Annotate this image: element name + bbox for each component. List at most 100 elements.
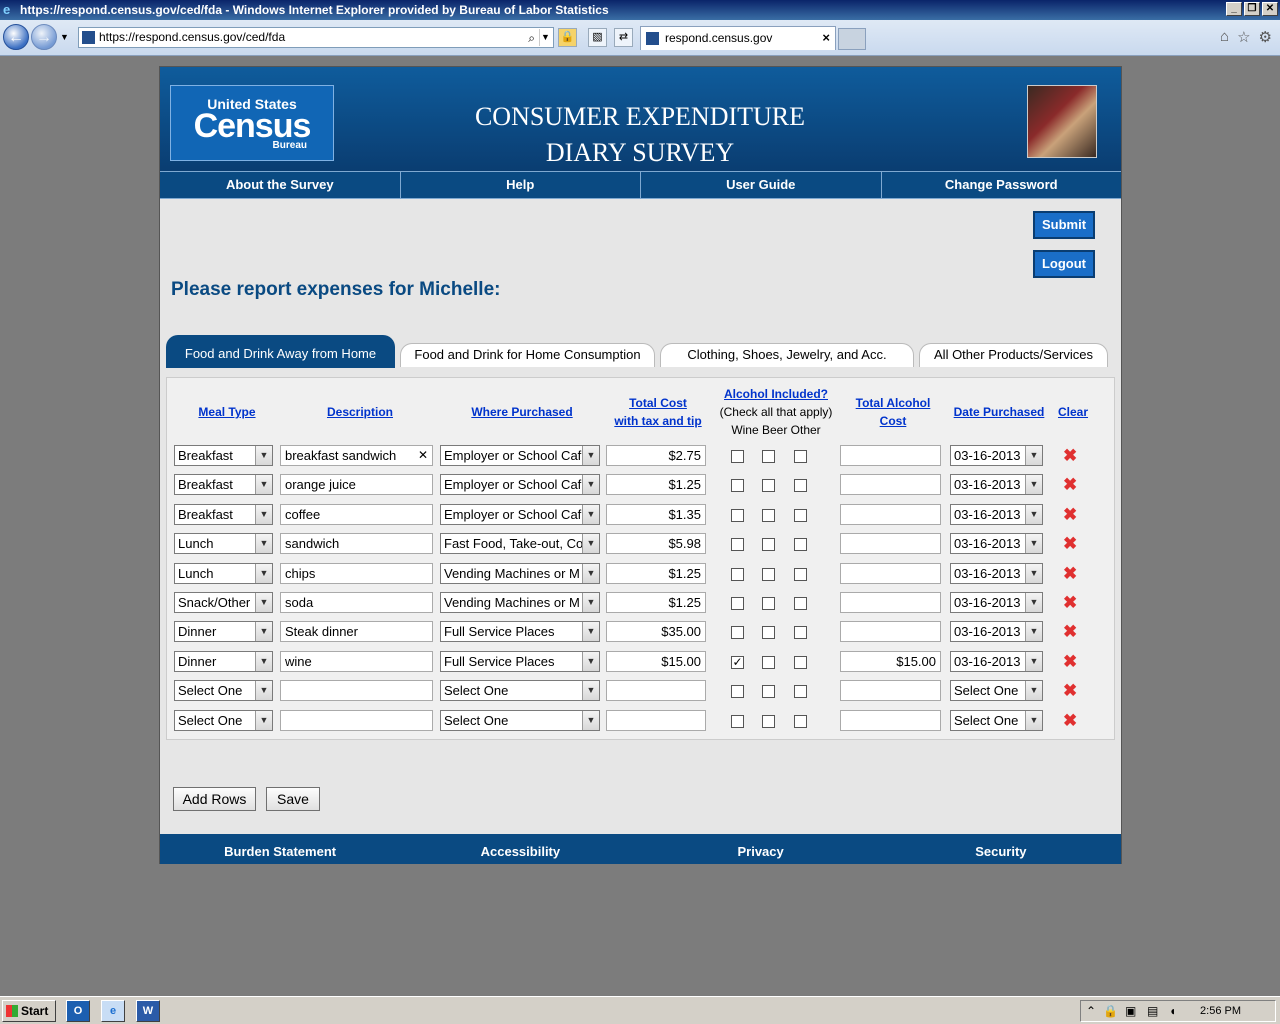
nav-about-survey[interactable]: About the Survey — [160, 172, 401, 198]
date-purchased-select[interactable]: Select One ▼ — [950, 710, 1043, 731]
add-rows-button[interactable]: Add Rows — [173, 787, 256, 811]
col-description[interactable]: Description — [280, 403, 440, 421]
internet-explorer-icon[interactable]: e — [101, 1000, 125, 1022]
date-purchased-select[interactable]: 03-16-2013 ▼ — [950, 651, 1043, 672]
wine-checkbox[interactable]: ✓ — [731, 656, 744, 669]
date-purchased-select[interactable]: 03-16-2013 ▼ — [950, 504, 1043, 525]
where-purchased-select[interactable]: Employer or School Caf ▼ — [440, 504, 600, 525]
meal-type-select[interactable]: Lunch ▼ — [174, 563, 273, 584]
census-logo[interactable]: United States Census Bureau — [170, 85, 334, 161]
total-alcohol-cost-input[interactable] — [840, 533, 941, 554]
other-alcohol-checkbox[interactable] — [794, 656, 807, 669]
other-alcohol-checkbox[interactable] — [794, 538, 807, 551]
col-date-purchased[interactable]: Date Purchased — [947, 403, 1051, 421]
other-alcohol-checkbox[interactable] — [794, 509, 807, 522]
wine-checkbox[interactable] — [731, 597, 744, 610]
total-alcohol-cost-input[interactable] — [840, 474, 941, 495]
wine-checkbox[interactable] — [731, 568, 744, 581]
submit-button[interactable]: Submit — [1033, 211, 1095, 239]
wine-checkbox[interactable] — [731, 685, 744, 698]
volume-icon[interactable]: ◖ — [1169, 1004, 1176, 1018]
total-cost-input[interactable]: $1.25 — [606, 474, 706, 495]
beer-checkbox[interactable] — [762, 597, 775, 610]
start-button[interactable]: Start — [2, 1000, 56, 1022]
total-alcohol-cost-input[interactable] — [840, 592, 941, 613]
close-window-button[interactable]: ✕ — [1262, 2, 1278, 16]
other-alcohol-checkbox[interactable] — [794, 479, 807, 492]
total-cost-input[interactable]: $1.25 — [606, 563, 706, 584]
delete-row-icon[interactable]: ✖ — [1063, 445, 1077, 466]
beer-checkbox[interactable] — [762, 715, 775, 728]
delete-row-icon[interactable]: ✖ — [1063, 710, 1077, 731]
other-alcohol-checkbox[interactable] — [794, 626, 807, 639]
other-alcohol-checkbox[interactable] — [794, 597, 807, 610]
beer-checkbox[interactable] — [762, 685, 775, 698]
wine-checkbox[interactable] — [731, 538, 744, 551]
meal-type-select[interactable]: Breakfast ▼ — [174, 474, 273, 495]
close-tab-icon[interactable]: × — [822, 27, 830, 49]
save-button[interactable]: Save — [266, 787, 320, 811]
tray-app-icon[interactable]: ▣ — [1125, 1004, 1136, 1018]
beer-checkbox[interactable] — [762, 568, 775, 581]
restore-button[interactable]: ❐ — [1244, 2, 1260, 16]
minimize-button[interactable]: _ — [1226, 2, 1242, 16]
where-purchased-select[interactable]: Vending Machines or M ▼ — [440, 563, 600, 584]
meal-type-select[interactable]: Snack/Other ▼ — [174, 592, 273, 613]
meal-type-select[interactable]: Dinner ▼ — [174, 651, 273, 672]
meal-type-select[interactable]: Select One ▼ — [174, 710, 273, 731]
other-alcohol-checkbox[interactable] — [794, 568, 807, 581]
nav-change-password[interactable]: Change Password — [882, 172, 1122, 198]
meal-type-select[interactable]: Dinner ▼ — [174, 621, 273, 642]
col-total-cost[interactable]: Total Cost with tax and tip — [605, 394, 711, 430]
beer-checkbox[interactable] — [762, 626, 775, 639]
date-purchased-select[interactable]: 03-16-2013 ▼ — [950, 445, 1043, 466]
wine-checkbox[interactable] — [731, 715, 744, 728]
date-purchased-select[interactable]: 03-16-2013 ▼ — [950, 474, 1043, 495]
total-cost-input[interactable] — [606, 680, 706, 701]
date-purchased-select[interactable]: 03-16-2013 ▼ — [950, 592, 1043, 613]
footer-privacy[interactable]: Privacy — [641, 834, 881, 864]
footer-burden-statement[interactable]: Burden Statement — [160, 834, 400, 864]
wine-checkbox[interactable] — [731, 509, 744, 522]
other-alcohol-checkbox[interactable] — [794, 450, 807, 463]
date-purchased-select[interactable]: Select One ▼ — [950, 680, 1043, 701]
address-bar[interactable]: https://respond.census.gov/ced/fda ⌕ ▼ — [78, 27, 554, 48]
forward-button[interactable]: → — [31, 24, 57, 50]
description-input[interactable]: Steak dinner — [280, 621, 433, 642]
wine-checkbox[interactable] — [731, 479, 744, 492]
col-alcohol-included[interactable]: Alcohol Included? — [711, 385, 841, 403]
total-cost-input[interactable]: $35.00 — [606, 621, 706, 642]
col-where-purchased[interactable]: Where Purchased — [439, 403, 605, 421]
where-purchased-select[interactable]: Select One ▼ — [440, 680, 600, 701]
delete-row-icon[interactable]: ✖ — [1063, 533, 1077, 554]
word-icon[interactable]: W — [136, 1000, 160, 1022]
total-alcohol-cost-input[interactable] — [840, 621, 941, 642]
where-purchased-select[interactable]: Fast Food, Take-out, Co ▼ — [440, 533, 600, 554]
footer-security[interactable]: Security — [881, 834, 1121, 864]
compatibility-view-icon[interactable]: ▧ — [588, 28, 607, 47]
total-cost-input[interactable]: $1.35 — [606, 504, 706, 525]
delete-row-icon[interactable]: ✖ — [1063, 592, 1077, 613]
date-purchased-select[interactable]: 03-16-2013 ▼ — [950, 533, 1043, 554]
total-cost-input[interactable]: $5.98 — [606, 533, 706, 554]
meal-type-select[interactable]: Breakfast ▼ — [174, 445, 273, 466]
description-input[interactable]: orange juice — [280, 474, 433, 495]
total-alcohol-cost-input[interactable]: $15.00 — [840, 651, 941, 672]
total-alcohol-cost-input[interactable] — [840, 504, 941, 525]
description-input[interactable]: breakfast sandwich ✕ — [280, 445, 433, 466]
search-icon[interactable]: ⌕ — [528, 29, 535, 48]
favorites-star-icon[interactable]: ☆ — [1237, 28, 1250, 46]
beer-checkbox[interactable] — [762, 479, 775, 492]
address-dropdown-icon[interactable]: ▼ — [539, 29, 551, 46]
where-purchased-select[interactable]: Full Service Places ▼ — [440, 651, 600, 672]
meal-type-select[interactable]: Breakfast ▼ — [174, 504, 273, 525]
description-input[interactable]: soda — [280, 592, 433, 613]
beer-checkbox[interactable] — [762, 509, 775, 522]
description-input[interactable] — [280, 710, 433, 731]
tab-clothing[interactable]: Clothing, Shoes, Jewelry, and Acc. — [660, 343, 914, 367]
tab-food-home[interactable]: Food and Drink for Home Consumption — [400, 343, 655, 367]
delete-row-icon[interactable]: ✖ — [1063, 651, 1077, 672]
refresh-icon[interactable]: ⇄ — [614, 28, 633, 47]
delete-row-icon[interactable]: ✖ — [1063, 680, 1077, 701]
where-purchased-select[interactable]: Select One ▼ — [440, 710, 600, 731]
